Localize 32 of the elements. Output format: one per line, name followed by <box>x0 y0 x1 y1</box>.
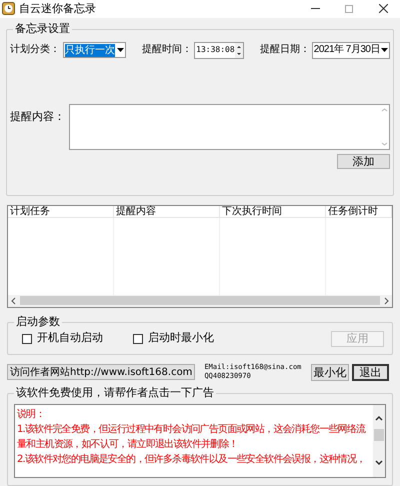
exit-button[interactable]: 退出 <box>352 364 389 381</box>
horizontal-scrollbar[interactable] <box>8 294 392 307</box>
checkbox-label: 启动时最小化 <box>148 330 214 346</box>
column-header[interactable]: 下次执行时间 <box>220 206 326 218</box>
dropdown-caret-icon <box>381 48 388 52</box>
content-textarea[interactable] <box>69 104 390 150</box>
field-label: 提醒日期： <box>260 43 310 58</box>
group-title: 启动参数 <box>14 314 62 329</box>
field-label: 提醒时间： <box>142 43 192 58</box>
checkbox-label: 开机自动启动 <box>37 330 103 346</box>
scrollbar-drawing[interactable] <box>373 405 385 478</box>
dropdown-caret-icon <box>116 48 124 52</box>
checkbox[interactable] <box>22 334 32 344</box>
add-button[interactable]: 添加 <box>337 154 390 169</box>
field-label: 计划分类： <box>10 43 60 58</box>
column-header[interactable]: 提醒内容 <box>114 206 220 218</box>
notice-text: 1.该软件完全免费，但运行过程中有时会访问广告页面或网站，这会消耗您一些网络流量和主机资源，如不认可，请立即退出该软件并删除！ <box>17 422 367 452</box>
column-header[interactable]: 任务倒计时 <box>326 206 392 218</box>
field-label: 提醒内容： <box>10 110 66 125</box>
checkbox[interactable] <box>133 334 143 344</box>
visit-website-button[interactable]: 访问作者网站http://www.isoft168.com <box>7 364 196 380</box>
group-title: 备忘录设置 <box>13 22 72 36</box>
date-picker[interactable]: 2021年 7月30日 <box>312 42 390 59</box>
plan-dropdown[interactable]: 只执行一次 <box>63 42 126 58</box>
time-field[interactable]: 13:38:08 <box>194 42 244 59</box>
notice-text: 2.该软件对您的电脑是安全的，但许多杀毒软件以及一些安全软件会误报，这种情况， <box>17 452 366 468</box>
group-title: 该软件免费使用，请帮作者点击一下广告 <box>14 386 216 400</box>
window-title: 自云迷你备忘录 <box>19 0 96 17</box>
column-header[interactable]: 计划任务 <box>8 206 114 218</box>
minimize-button[interactable]: 最小化 <box>311 364 349 381</box>
spinner-arrows-icon <box>234 42 243 58</box>
notice-text: 说明： <box>17 408 46 422</box>
